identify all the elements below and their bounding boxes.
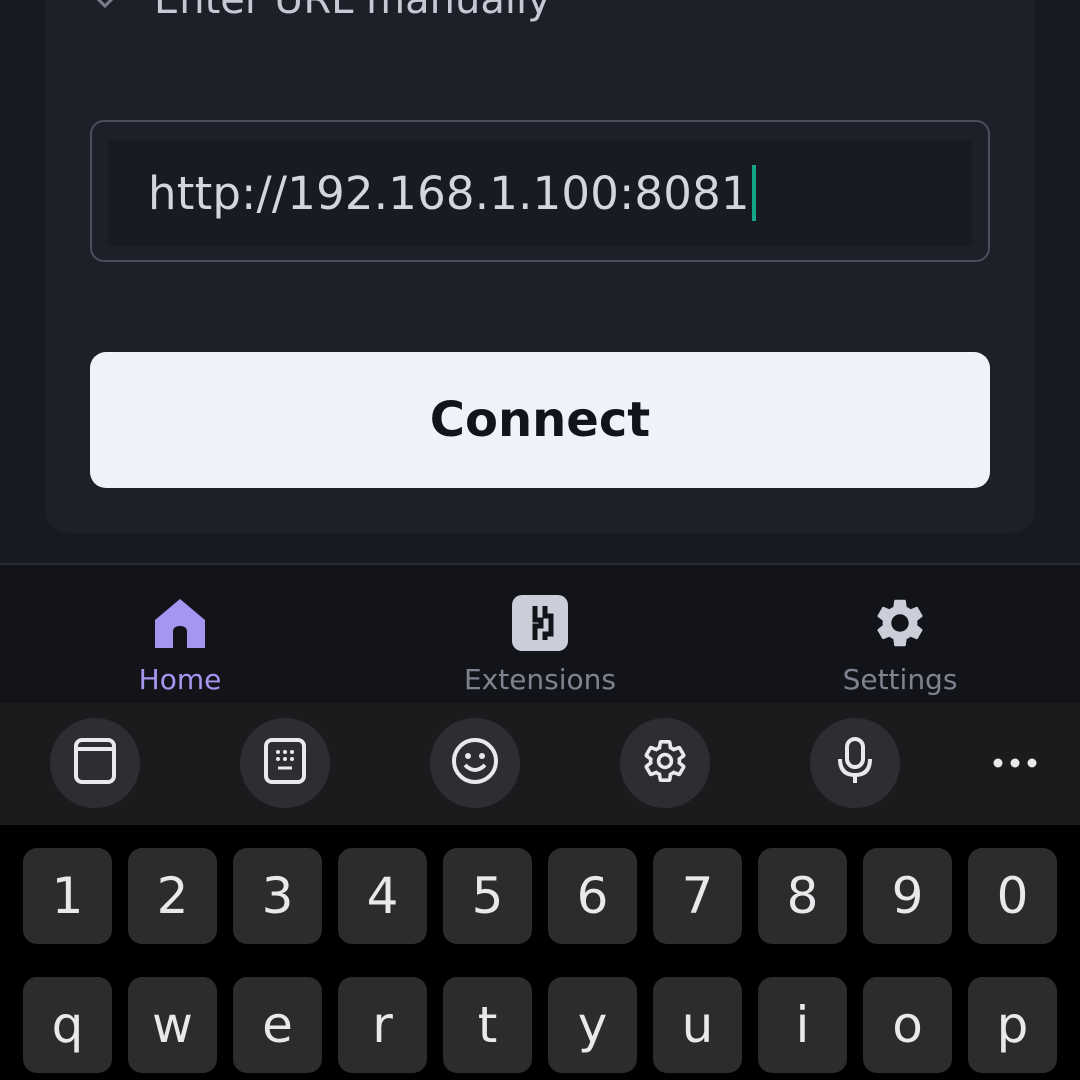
enter-url-manually-toggle[interactable]: Enter URL manually: [90, 0, 551, 30]
gear-icon: [870, 593, 930, 653]
nav-label-extensions: Extensions: [463, 663, 617, 696]
key[interactable]: 2: [128, 848, 217, 944]
keyboard-toolbar: [0, 703, 1080, 825]
key[interactable]: p: [968, 977, 1057, 1073]
key[interactable]: u: [653, 977, 742, 1073]
url-field[interactable]: http://192.168.1.100:8081: [90, 120, 990, 262]
url-input[interactable]: http://192.168.1.100:8081: [108, 140, 972, 246]
key[interactable]: y: [548, 977, 637, 1073]
connect-button[interactable]: Connect: [90, 352, 990, 488]
more-options-button[interactable]: [970, 718, 1060, 808]
enter-url-manually-label: Enter URL manually: [154, 0, 551, 23]
text-caret: [751, 165, 756, 221]
nav-item-settings[interactable]: Settings: [720, 565, 1080, 705]
key[interactable]: 9: [863, 848, 952, 944]
key[interactable]: 0: [968, 848, 1057, 944]
nav-label-settings: Settings: [842, 663, 958, 696]
key[interactable]: 3: [233, 848, 322, 944]
key[interactable]: 8: [758, 848, 847, 944]
url-value: http://192.168.1.100:8081: [148, 166, 750, 220]
key[interactable]: 4: [338, 848, 427, 944]
key[interactable]: o: [863, 977, 952, 1073]
keypad-button[interactable]: [240, 718, 330, 808]
keyboard: 1 2 3 4 5 6 7 8 9 0 q w e r t y u i o p: [0, 825, 1080, 1080]
key[interactable]: 5: [443, 848, 532, 944]
key[interactable]: e: [233, 977, 322, 1073]
key[interactable]: r: [338, 977, 427, 1073]
bottom-navigation: Home Extensions Settings: [0, 563, 1080, 703]
chevron-down-icon: [90, 0, 120, 15]
nav-item-home[interactable]: Home: [0, 565, 360, 705]
voice-input-button[interactable]: [810, 718, 900, 808]
nav-label-home: Home: [138, 663, 222, 696]
keypad-icon: [263, 737, 307, 789]
key[interactable]: 1: [23, 848, 112, 944]
emoji-icon: [451, 737, 499, 789]
key[interactable]: w: [128, 977, 217, 1073]
key[interactable]: q: [23, 977, 112, 1073]
extensions-icon: [510, 593, 570, 653]
microphone-icon: [835, 736, 875, 790]
more-icon: [992, 754, 1038, 773]
nav-item-extensions[interactable]: Extensions: [360, 565, 720, 705]
gear-icon: [641, 737, 689, 789]
emoji-button[interactable]: [430, 718, 520, 808]
clipboard-button[interactable]: [50, 718, 140, 808]
keyboard-settings-button[interactable]: [620, 718, 710, 808]
screen: Enter URL manually http://192.168.1.100:…: [0, 0, 1080, 1080]
home-icon: [150, 593, 210, 653]
key[interactable]: 7: [653, 848, 742, 944]
key[interactable]: i: [758, 977, 847, 1073]
key[interactable]: 6: [548, 848, 637, 944]
clipboard-icon: [73, 737, 117, 789]
key[interactable]: t: [443, 977, 532, 1073]
